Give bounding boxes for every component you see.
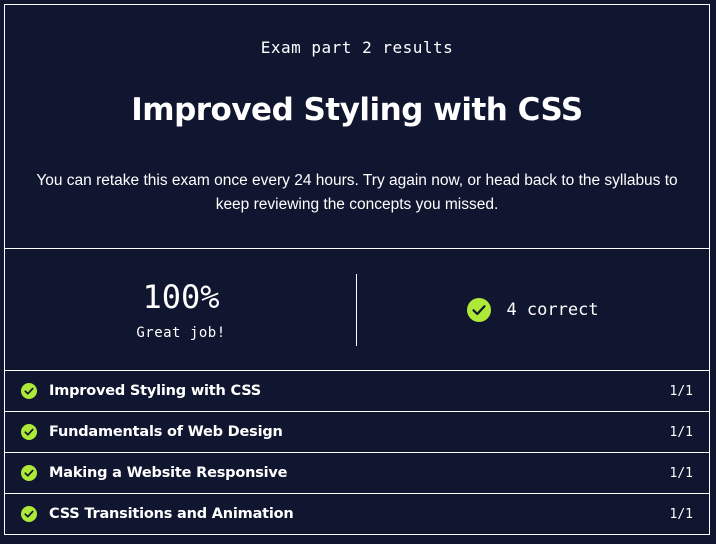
result-topic-label: Fundamentals of Web Design xyxy=(49,424,283,440)
results-header: Exam part 2 results Improved Styling wit… xyxy=(5,5,709,249)
score-block: 100% Great job! xyxy=(5,249,357,370)
correct-count: 4 correct xyxy=(506,299,599,320)
exam-part-label: Exam part 2 results xyxy=(260,38,454,57)
result-topic-score: 1/1 xyxy=(669,465,693,481)
retake-description: You can retake this exam once every 24 h… xyxy=(36,172,678,213)
score-percentage: 100% xyxy=(142,278,220,316)
check-circle-icon xyxy=(21,465,37,481)
correct-count-block: 4 correct xyxy=(357,249,709,370)
list-item: Improved Styling with CSS 1/1 xyxy=(5,371,709,412)
result-topic-score: 1/1 xyxy=(669,383,693,399)
list-item: CSS Transitions and Animation 1/1 xyxy=(5,494,709,534)
result-topic-label: CSS Transitions and Animation xyxy=(49,506,294,522)
check-circle-icon xyxy=(21,424,37,440)
result-topic-label: Improved Styling with CSS xyxy=(49,383,262,399)
exam-results-panel: Exam part 2 results Improved Styling wit… xyxy=(4,4,710,535)
result-topic-score: 1/1 xyxy=(669,506,693,522)
score-message: Great job! xyxy=(136,325,226,341)
check-circle-icon xyxy=(21,506,37,522)
result-topic-label: Making a Website Responsive xyxy=(49,465,288,481)
list-item: Making a Website Responsive 1/1 xyxy=(5,453,709,494)
page-title: Improved Styling with CSS xyxy=(131,92,583,128)
check-circle-icon xyxy=(21,383,37,399)
result-topic-score: 1/1 xyxy=(669,424,693,440)
check-circle-icon xyxy=(467,297,492,322)
score-summary: 100% Great job! 4 correct xyxy=(5,249,709,371)
list-item: Fundamentals of Web Design 1/1 xyxy=(5,412,709,453)
results-list: Improved Styling with CSS 1/1 Fundamenta… xyxy=(5,371,709,534)
